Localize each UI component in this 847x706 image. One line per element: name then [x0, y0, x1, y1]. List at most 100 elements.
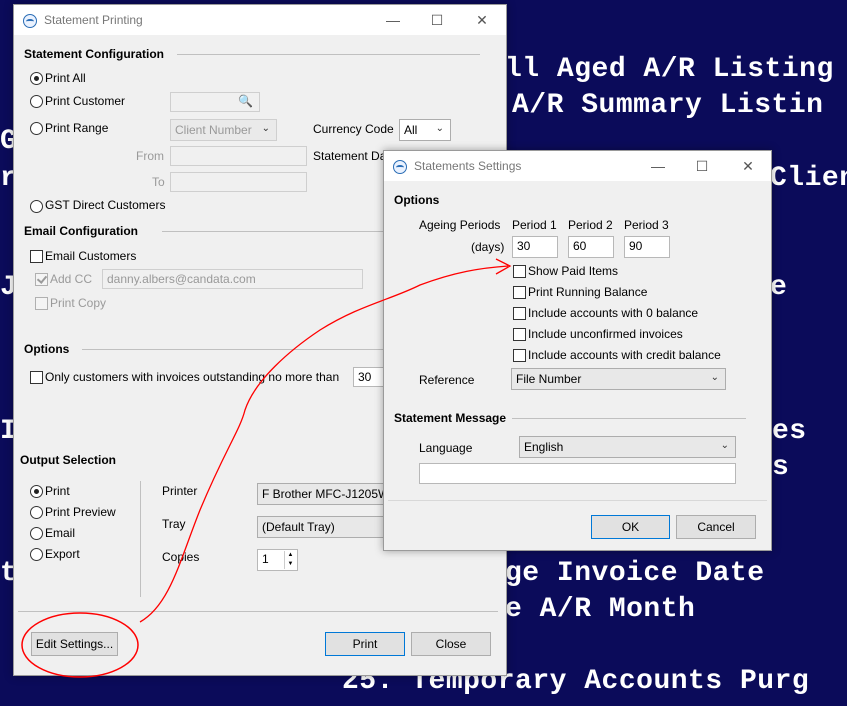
from-label: From [136, 149, 164, 163]
output-divider [140, 481, 141, 597]
to-label: To [152, 175, 165, 189]
chevron-down-icon: ⌄ [720, 440, 729, 451]
add-cc-checkbox[interactable] [35, 273, 48, 286]
footer-divider [388, 500, 767, 501]
console-line: ll Aged A/R Listing [505, 54, 834, 85]
dialog-title: Statements Settings [414, 159, 522, 173]
close-button[interactable]: Close [411, 632, 491, 656]
range-field-select[interactable]: Client Number ⌄ [170, 119, 277, 141]
close-icon[interactable]: ✕ [737, 157, 759, 175]
output-email-radio[interactable] [30, 527, 43, 540]
unconfirmed-invoices-checkbox[interactable] [513, 328, 526, 341]
maximize-icon[interactable]: ☐ [691, 157, 713, 175]
divider [512, 418, 746, 419]
ok-button[interactable]: OK [591, 515, 670, 539]
stepper-arrows-icon[interactable]: ▲ ▼ [284, 551, 296, 569]
statement-message-input[interactable] [419, 463, 736, 484]
search-icon[interactable]: 🔍 [238, 94, 253, 108]
app-icon [393, 160, 407, 174]
ageing-periods-label: Ageing Periods [419, 218, 501, 232]
print-running-balance-checkbox[interactable] [513, 286, 526, 299]
zero-balance-label: Include accounts with 0 balance [528, 306, 699, 320]
to-input[interactable] [170, 172, 307, 192]
divider [177, 54, 480, 55]
gst-direct-radio[interactable] [30, 200, 43, 213]
copies-value: 1 [262, 552, 269, 566]
output-preview-radio[interactable] [30, 506, 43, 519]
cc-email-input[interactable]: danny.albers@candata.com [102, 269, 363, 289]
cc-email-value: danny.albers@candata.com [107, 272, 256, 286]
print-all-label: Print All [45, 71, 86, 85]
output-selection-header: Output Selection [20, 453, 116, 467]
minimize-icon[interactable]: — [647, 157, 669, 175]
period-1-input[interactable]: 30 [512, 236, 558, 258]
period-2-label: Period 2 [568, 218, 613, 232]
copies-label: Copies [162, 550, 200, 564]
outstanding-days-value: 30 [358, 370, 372, 384]
options-header: Options [394, 193, 440, 207]
console-line: es [772, 416, 807, 447]
tray-select[interactable]: (Default Tray) [257, 516, 385, 538]
copies-stepper[interactable]: 1 ▲ ▼ [257, 549, 298, 571]
credit-balance-checkbox[interactable] [513, 349, 526, 362]
console-line: A/R Summary Listin [512, 90, 824, 121]
period-3-label: Period 3 [624, 218, 669, 232]
edit-settings-button[interactable]: Edit Settings... [31, 632, 118, 656]
tray-value: (Default Tray) [262, 520, 335, 534]
range-field-value: Client Number [175, 123, 252, 137]
console-line: Clien [770, 163, 847, 194]
print-range-radio[interactable] [30, 122, 43, 135]
output-export-label: Export [45, 547, 80, 561]
print-customer-label: Print Customer [45, 94, 126, 108]
output-export-radio[interactable] [30, 548, 43, 561]
output-print-radio[interactable] [30, 485, 43, 498]
print-customer-radio[interactable] [30, 95, 43, 108]
currency-value: All [404, 123, 418, 137]
from-input[interactable] [170, 146, 307, 166]
period-3-input[interactable]: 90 [624, 236, 670, 258]
show-paid-items-label: Show Paid Items [528, 264, 619, 278]
minimize-icon[interactable]: — [382, 11, 404, 29]
console-line: e [770, 272, 788, 303]
currency-select[interactable]: All ⌄ [399, 119, 451, 141]
cancel-button[interactable]: Cancel [676, 515, 756, 539]
tray-label: Tray [162, 517, 186, 531]
app-icon [23, 14, 37, 28]
email-customers-checkbox[interactable] [30, 250, 43, 263]
outstanding-days-input[interactable]: 30 [353, 367, 387, 387]
email-customers-label: Email Customers [45, 249, 137, 263]
options-header: Options [24, 342, 70, 356]
period-2-input[interactable]: 60 [568, 236, 614, 258]
close-icon[interactable]: ✕ [471, 11, 493, 29]
print-all-radio[interactable] [30, 72, 43, 85]
days-label: (days) [471, 240, 505, 254]
language-select[interactable]: English ⌄ [519, 436, 736, 458]
print-button[interactable]: Print [325, 632, 405, 656]
print-range-label: Print Range [45, 121, 109, 135]
period-1-label: Period 1 [512, 218, 557, 232]
print-copy-label: Print Copy [50, 296, 107, 310]
statement-config-header: Statement Configuration [24, 47, 164, 61]
language-value: English [524, 440, 564, 454]
print-copy-checkbox[interactable] [35, 297, 48, 310]
outstanding-checkbox[interactable] [30, 371, 43, 384]
reference-select[interactable]: File Number ⌄ [511, 368, 726, 390]
title-bar: Statement Printing — ☐ ✕ [14, 5, 506, 35]
period-2-value: 60 [573, 239, 587, 253]
email-config-header: Email Configuration [24, 224, 138, 238]
outstanding-label: Only customers with invoices outstanding… [45, 370, 340, 384]
printer-select[interactable]: F Brother MFC-J1205W [257, 483, 389, 505]
statement-message-header: Statement Message [394, 411, 507, 425]
maximize-icon[interactable]: ☐ [426, 11, 448, 29]
gst-direct-label: GST Direct Customers [45, 198, 166, 212]
output-print-label: Print [45, 484, 70, 498]
show-paid-items-checkbox[interactable] [513, 265, 526, 278]
print-running-balance-label: Print Running Balance [528, 285, 648, 299]
chevron-down-icon: ⌄ [710, 372, 719, 383]
printer-label: Printer [162, 484, 198, 498]
console-line: ge Invoice Date [505, 558, 765, 589]
output-email-label: Email [45, 526, 76, 540]
printer-value: F Brother MFC-J1205W [262, 487, 390, 501]
console-line: s [772, 452, 790, 483]
zero-balance-checkbox[interactable] [513, 307, 526, 320]
